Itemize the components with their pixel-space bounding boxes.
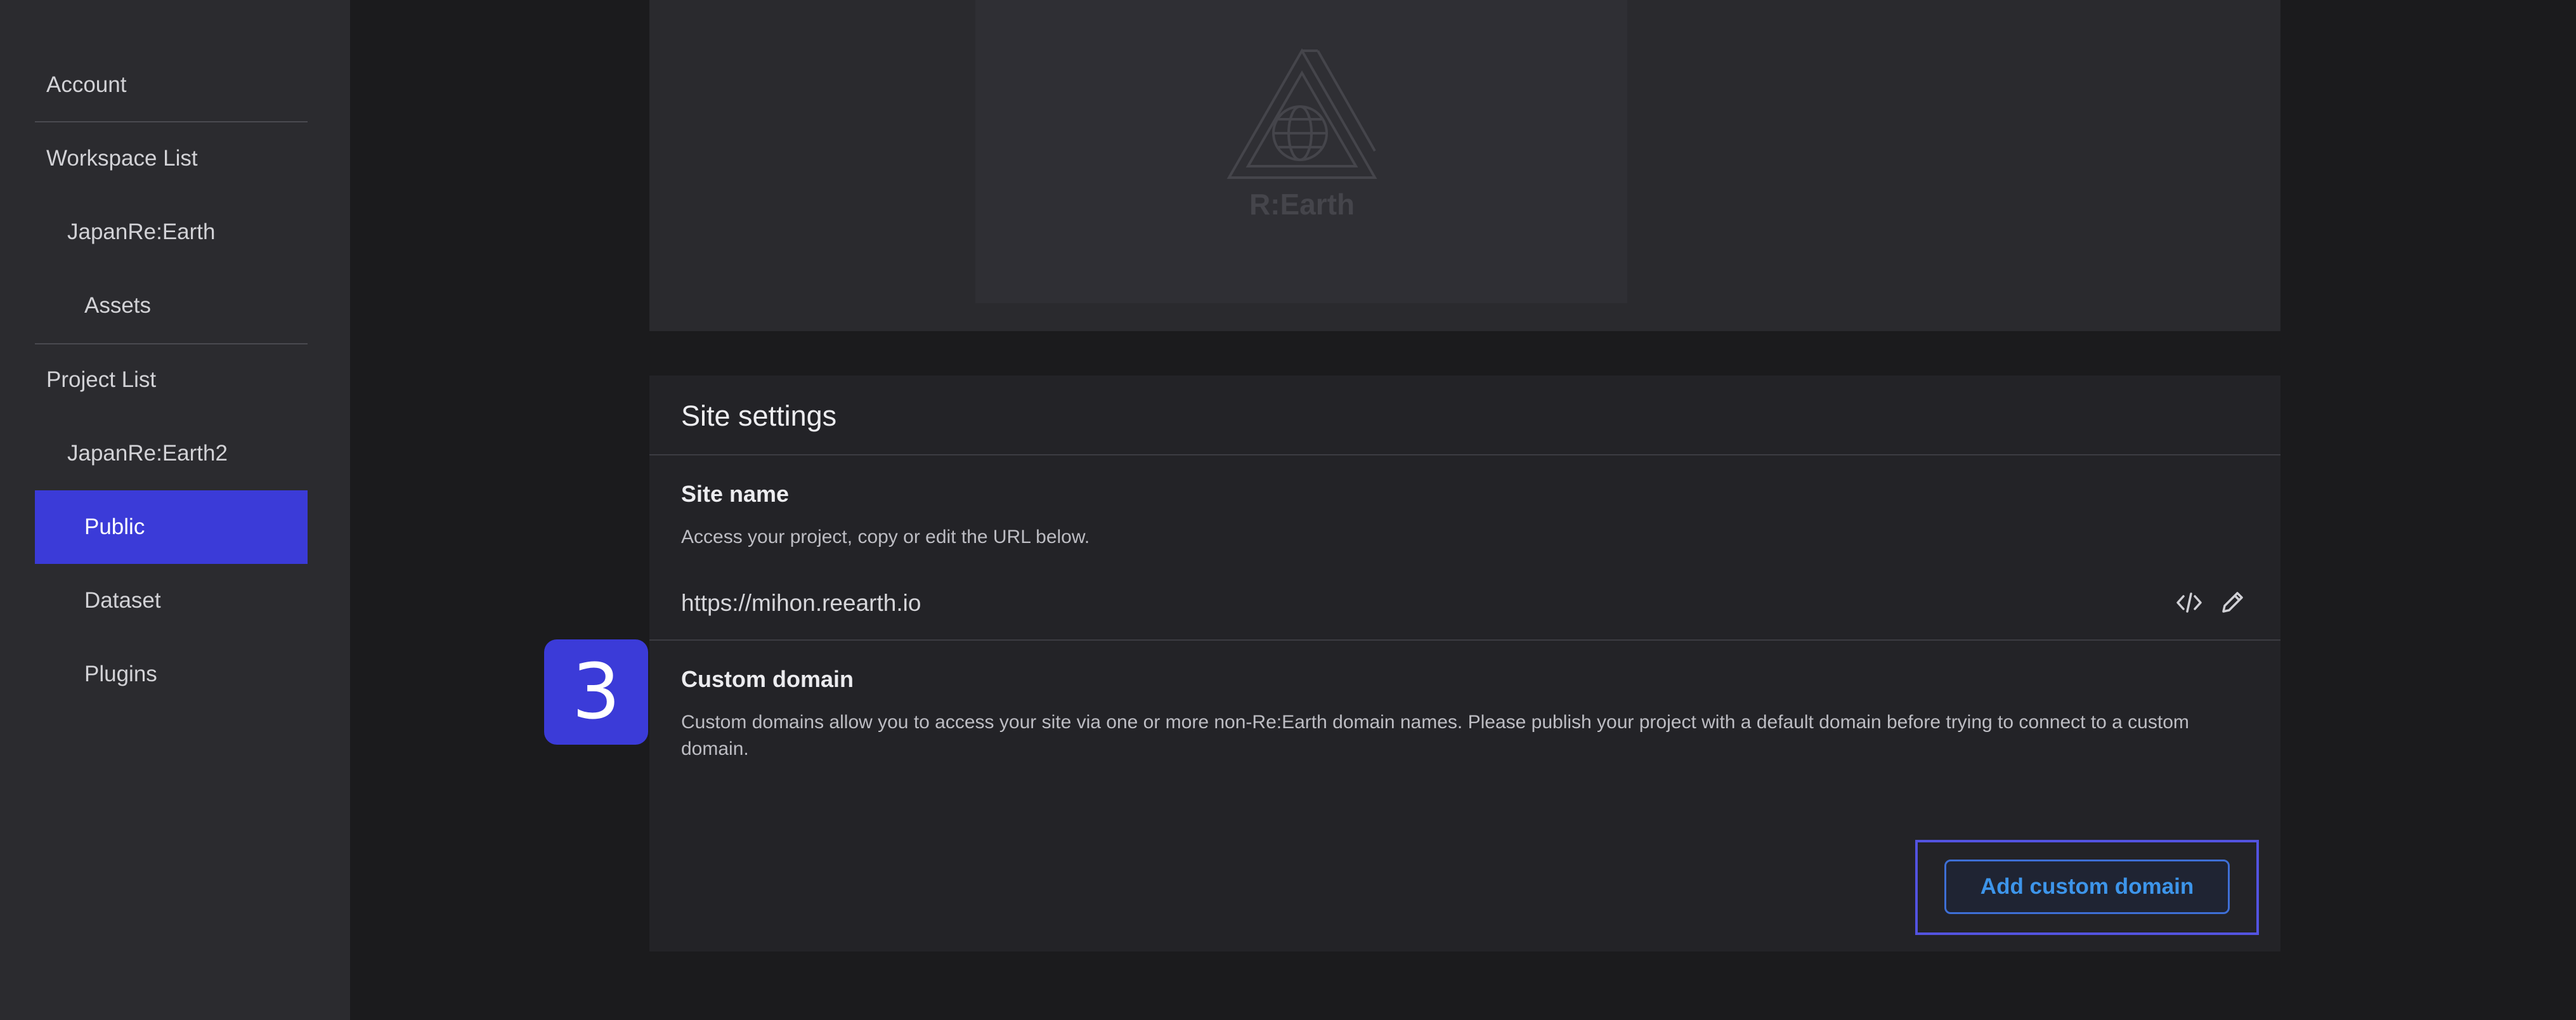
sidebar-item-workspace[interactable]: JapanRe:Earth bbox=[35, 195, 308, 269]
public-image-panel: R:Earth bbox=[649, 0, 2280, 331]
reearth-logo: R:Earth bbox=[1226, 48, 1377, 221]
sidebar: Account Workspace List JapanRe:Earth Ass… bbox=[0, 0, 350, 1020]
public-image-preview[interactable]: R:Earth bbox=[975, 0, 1627, 303]
logo-text: R:Earth bbox=[1249, 188, 1355, 221]
add-custom-domain-button[interactable]: Add custom domain bbox=[1944, 860, 2230, 914]
pencil-icon[interactable] bbox=[2216, 586, 2249, 619]
site-settings-panel: Site settings Site name Access your proj… bbox=[649, 376, 2280, 951]
sidebar-item-label: Dataset bbox=[84, 588, 161, 613]
panel-header: Site settings bbox=[649, 376, 2280, 455]
site-name-description: Access your project, copy or edit the UR… bbox=[681, 526, 1090, 547]
sidebar-item-project[interactable]: JapanRe:Earth2 bbox=[35, 417, 308, 490]
sidebar-item-label: JapanRe:Earth bbox=[67, 219, 216, 244]
sidebar-item-project-list[interactable]: Project List bbox=[35, 343, 308, 417]
sidebar-item-label: Public bbox=[84, 514, 145, 539]
sidebar-item-label: Project List bbox=[46, 367, 157, 392]
site-name-title: Site name bbox=[681, 481, 790, 507]
sidebar-item-workspace-list[interactable]: Workspace List bbox=[35, 122, 308, 195]
sidebar-item-label: Assets bbox=[84, 293, 152, 318]
sidebar-item-plugins[interactable]: Plugins bbox=[35, 638, 308, 711]
sidebar-item-label: Account bbox=[46, 72, 127, 97]
section-divider bbox=[649, 639, 2280, 641]
sidebar-item-public[interactable]: Public bbox=[35, 490, 308, 564]
sidebar-item-label: Workspace List bbox=[46, 146, 198, 171]
sidebar-item-label: JapanRe:Earth2 bbox=[67, 441, 228, 466]
custom-domain-title: Custom domain bbox=[681, 666, 854, 692]
step-badge: 3 bbox=[544, 639, 648, 745]
custom-domain-description: Custom domains allow you to access your … bbox=[681, 712, 2189, 759]
code-icon[interactable] bbox=[2173, 586, 2206, 619]
sidebar-item-label: Plugins bbox=[84, 662, 157, 686]
sidebar-item-assets[interactable]: Assets bbox=[35, 269, 308, 343]
sidebar-item-account[interactable]: Account bbox=[35, 48, 308, 122]
panel-title: Site settings bbox=[681, 400, 837, 432]
sidebar-item-dataset[interactable]: Dataset bbox=[35, 564, 308, 638]
site-url: https://mihon.reearth.io bbox=[681, 590, 921, 616]
